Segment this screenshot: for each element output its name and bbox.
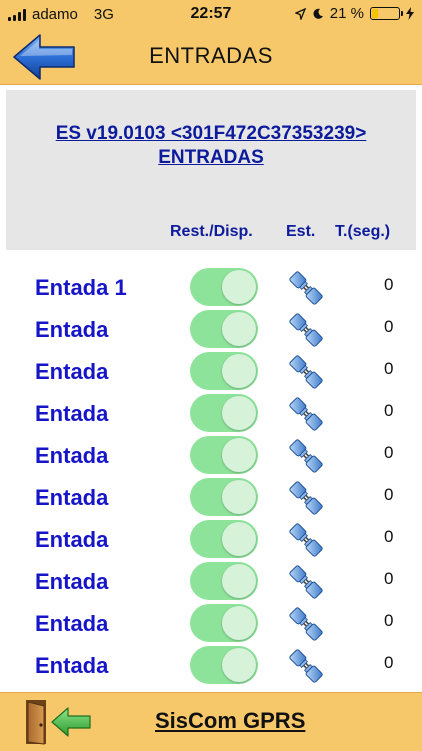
- list-item: Entada 0: [6, 434, 416, 476]
- device-header-panel: ES v19.0103 <301F472C37353239> ENTRADAS …: [6, 90, 416, 250]
- status-bar: adamo 3G 22:57 21 %: [0, 0, 422, 30]
- input-label: Entada: [35, 653, 109, 678]
- input-label: Entada: [35, 317, 109, 342]
- device-id-text[interactable]: ES v19.0103 <301F472C37353239>: [6, 122, 416, 146]
- device-info[interactable]: ES v19.0103 <301F472C37353239> ENTRADAS: [6, 122, 416, 170]
- time-value: 0: [384, 569, 394, 588]
- input-label: Entada: [35, 485, 109, 510]
- time-value: 0: [384, 317, 394, 336]
- enable-toggle[interactable]: [190, 604, 258, 642]
- enable-toggle[interactable]: [190, 646, 258, 684]
- time-value: 0: [384, 653, 394, 672]
- list-item: Entada 0: [6, 392, 416, 434]
- time-value: 0: [384, 401, 394, 420]
- moon-icon: [313, 8, 323, 19]
- list-item: Entada 0: [6, 350, 416, 392]
- enable-toggle[interactable]: [190, 310, 258, 348]
- time-value: 0: [384, 485, 394, 504]
- plug-connected-icon: [286, 436, 326, 476]
- device-section-text[interactable]: ENTRADAS: [6, 146, 416, 170]
- exit-door-icon[interactable]: [24, 698, 94, 746]
- time-value: 0: [384, 611, 394, 630]
- inputs-list[interactable]: Entada 1 0 Entada 0 Entada 0 Entada 0 En…: [6, 252, 416, 692]
- list-item: Entada 1 0: [6, 266, 416, 308]
- location-arrow-icon: [294, 7, 306, 20]
- plug-connected-icon: [286, 478, 326, 518]
- time-value: 0: [384, 443, 394, 462]
- column-rest-disp: Rest./Disp.: [170, 223, 253, 240]
- list-item: Entada 0: [6, 560, 416, 602]
- page-title: ENTRADAS: [149, 43, 273, 68]
- plug-connected-icon: [286, 352, 326, 392]
- input-label: Entada: [35, 359, 109, 384]
- input-label: Entada 1: [35, 275, 127, 300]
- column-time: T.(seg.): [335, 223, 391, 240]
- footer-bar: SisCom GPRS: [0, 692, 422, 751]
- enable-toggle[interactable]: [190, 562, 258, 600]
- plug-connected-icon: [286, 310, 326, 350]
- enable-toggle[interactable]: [190, 436, 258, 474]
- input-label: Entada: [35, 569, 109, 594]
- list-item: Entada 0: [6, 308, 416, 350]
- time-value: 0: [384, 527, 394, 546]
- charging-bolt-icon: [406, 7, 414, 20]
- plug-connected-icon: [286, 268, 326, 308]
- time-value: 0: [384, 359, 394, 378]
- enable-toggle[interactable]: [190, 394, 258, 432]
- input-label: Entada: [35, 401, 109, 426]
- input-label: Entada: [35, 527, 109, 552]
- plug-connected-icon: [286, 394, 326, 434]
- enable-toggle[interactable]: [190, 520, 258, 558]
- exit-button[interactable]: [24, 698, 94, 746]
- column-est: Est.: [286, 223, 316, 240]
- plug-connected-icon: [286, 520, 326, 560]
- list-item: Entada 0: [6, 644, 416, 686]
- app-name-link[interactable]: SisCom GPRS: [155, 708, 305, 734]
- plug-connected-icon: [286, 562, 326, 602]
- enable-toggle[interactable]: [190, 478, 258, 516]
- list-item: Entada 0: [6, 602, 416, 644]
- enable-toggle[interactable]: [190, 352, 258, 390]
- list-item: Entada 0: [6, 476, 416, 518]
- plug-connected-icon: [286, 646, 326, 686]
- battery-percent: 21 %: [329, 5, 364, 22]
- battery-icon: [370, 7, 403, 20]
- list-item: Entada 0: [6, 518, 416, 560]
- input-label: Entada: [35, 443, 109, 468]
- input-label: Entada: [35, 611, 109, 636]
- nav-bar: ENTRADAS: [0, 30, 422, 85]
- plug-connected-icon: [286, 604, 326, 644]
- time-value: 0: [384, 275, 394, 294]
- enable-toggle[interactable]: [190, 268, 258, 306]
